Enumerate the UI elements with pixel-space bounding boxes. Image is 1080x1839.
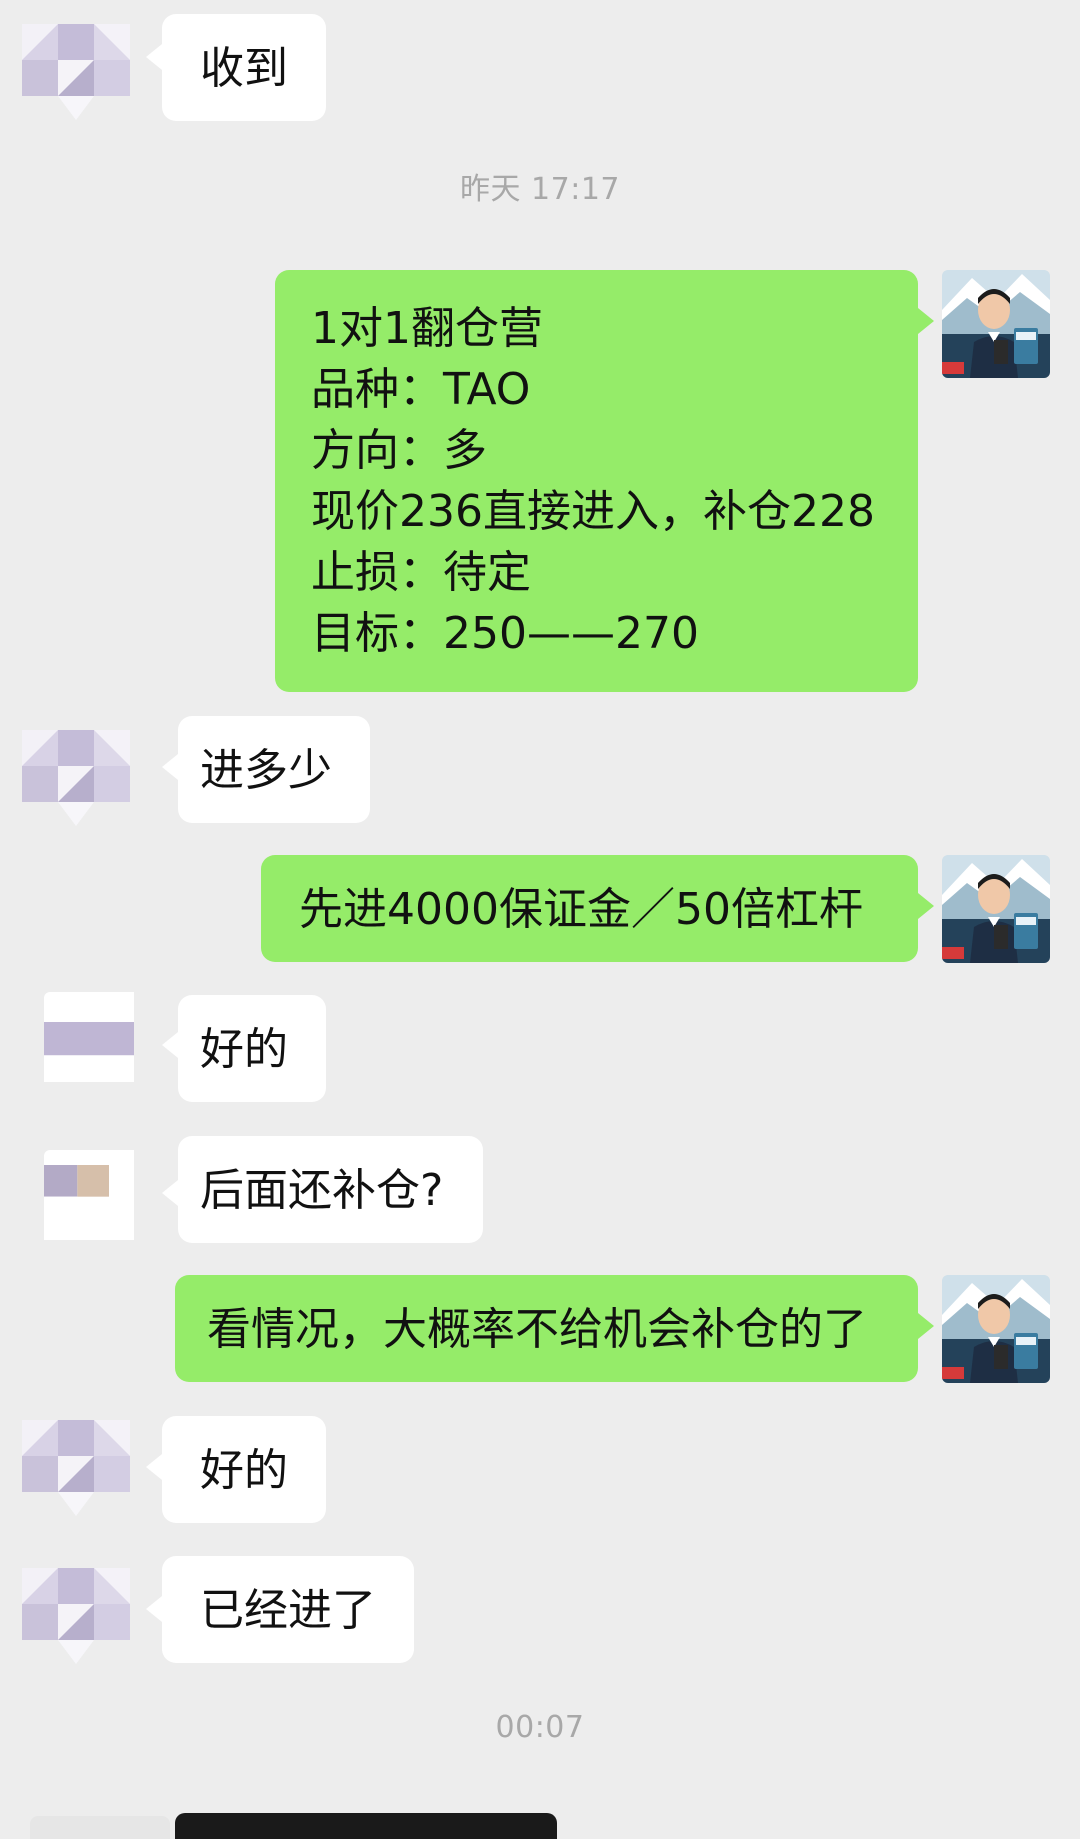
contact-avatar-icon[interactable] (22, 1556, 130, 1664)
message-text: 先进4000保证金／50倍杠杆 (299, 884, 863, 935)
message-text: 看情况，大概率不给机会补仓的了 (207, 1304, 867, 1355)
contact-avatar-icon[interactable] (22, 12, 130, 120)
contact-avatar-icon[interactable] (44, 992, 152, 1100)
next-message-partial (30, 1816, 170, 1839)
contact-avatar-icon[interactable] (44, 1150, 152, 1258)
message-text-line: 1对1翻仓营 (311, 303, 543, 354)
bubble-tail (918, 893, 934, 919)
message-timestamp: 00:07 (495, 1710, 585, 1745)
message-bubble-received[interactable]: 好的 (162, 1416, 326, 1523)
message-bubble-received[interactable]: 进多少 (178, 716, 370, 823)
message-timestamp: 昨天 17:17 (460, 172, 620, 207)
bubble-tail (162, 754, 178, 780)
bubble-tail (162, 1032, 178, 1058)
message-text: 收到 (200, 43, 288, 94)
message-bubble-received[interactable]: 收到 (162, 14, 326, 121)
message-bubble-sent[interactable]: 先进4000保证金／50倍杠杆 (261, 855, 918, 962)
contact-avatar-icon[interactable] (22, 1408, 130, 1516)
my-avatar-icon[interactable] (942, 270, 1050, 378)
message-text: 已经进了 (200, 1585, 376, 1636)
my-avatar-icon[interactable] (942, 855, 1050, 963)
chat-message-list[interactable]: 收到 昨天 17:17 1对1翻仓营 品种：TAO 方向：多 现价236直接进入… (0, 0, 1080, 1839)
message-text-line: 现价236直接进入，补仓228 (311, 486, 875, 537)
message-bubble-sent[interactable]: 看情况，大概率不给机会补仓的了 (175, 1275, 918, 1382)
my-avatar-icon[interactable] (942, 1275, 1050, 1383)
message-text: 进多少 (200, 745, 332, 796)
message-text-line: 方向：多 (311, 425, 487, 476)
message-text: 后面还补仓? (200, 1165, 444, 1216)
message-text: 好的 (200, 1024, 288, 1075)
next-message-partial (175, 1813, 557, 1839)
message-bubble-sent[interactable]: 1对1翻仓营 品种：TAO 方向：多 现价236直接进入，补仓228 止损：待定… (275, 270, 918, 692)
message-text-line: 品种：TAO (311, 364, 531, 415)
message-bubble-received[interactable]: 后面还补仓? (178, 1136, 484, 1243)
bubble-tail (918, 308, 934, 334)
bubble-tail (146, 1454, 162, 1480)
bubble-tail (146, 1596, 162, 1622)
bubble-tail (162, 1180, 178, 1206)
message-bubble-received[interactable]: 已经进了 (162, 1556, 414, 1663)
bubble-tail (918, 1313, 934, 1339)
message-text: 好的 (200, 1445, 288, 1496)
message-text-line: 止损：待定 (311, 547, 531, 598)
contact-avatar-icon[interactable] (22, 718, 130, 826)
bubble-tail (146, 44, 162, 70)
message-text-line: 目标：250——270 (311, 608, 699, 659)
message-bubble-received[interactable]: 好的 (178, 995, 326, 1102)
